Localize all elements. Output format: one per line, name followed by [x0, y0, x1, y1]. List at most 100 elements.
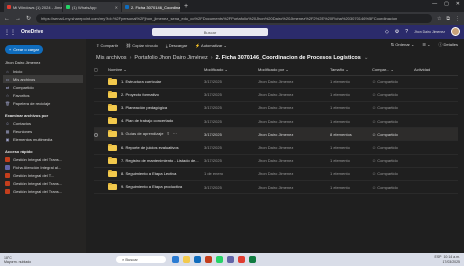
- breadcrumb-level1[interactable]: Portafolio Jhon Dairo Jiménez: [134, 55, 207, 61]
- radio-icon[interactable]: [94, 132, 98, 137]
- row-select-cell[interactable]: [94, 75, 108, 89]
- reload-icon[interactable]: ↻: [26, 15, 31, 22]
- col-activity-header[interactable]: Actividad: [414, 65, 458, 76]
- browser-tab[interactable]: (1) WhatsApp ✕: [63, 2, 121, 12]
- maximize-icon[interactable]: ▢: [444, 1, 449, 7]
- col-name-header[interactable]: Nombre ⌄: [108, 65, 204, 76]
- extensions-icon[interactable]: ⧉: [446, 16, 450, 22]
- row-select-cell[interactable]: [94, 180, 108, 195]
- file-name[interactable]: 5. Guías de aprendizaje: [121, 131, 163, 136]
- row-select-cell[interactable]: [94, 140, 108, 155]
- file-name-cell[interactable]: 3. Planeación pedagógica: [108, 101, 204, 116]
- taskbar-app-icon[interactable]: [172, 256, 179, 263]
- col-sharing-header[interactable]: Compar... ⌄: [372, 65, 414, 76]
- close-icon[interactable]: ✕: [456, 1, 460, 7]
- more-options-icon[interactable]: ⋯: [173, 131, 177, 136]
- file-name[interactable]: 2. Proyecto formativo: [121, 92, 159, 97]
- share-button[interactable]: ⇪ Compartir: [96, 43, 118, 48]
- settings-icon[interactable]: ⚙: [395, 29, 399, 35]
- row-select-cell[interactable]: [94, 114, 108, 129]
- chevron-down-icon[interactable]: ⌄: [364, 55, 369, 61]
- sidebar-item-star[interactable]: ☆ Favoritos: [3, 91, 83, 99]
- sidebar-item-folder[interactable]: ▭ Mis archivos: [3, 75, 83, 83]
- taskbar-app-icon[interactable]: [194, 256, 201, 263]
- close-tab-icon[interactable]: ✕: [115, 5, 118, 10]
- star-icon[interactable]: ☆: [437, 16, 441, 22]
- browser-tab[interactable]: 2. Ficha 3070146_Coordinacion✕: [122, 2, 180, 12]
- quick-access-item[interactable]: Ficha Atención Integral al...: [3, 163, 83, 171]
- download-button[interactable]: ⤓ Descargar: [166, 43, 187, 48]
- sidebar-item-share[interactable]: ⇄ Compartido: [3, 83, 83, 91]
- file-name-cell[interactable]: 1. Estructura curricular: [108, 75, 204, 89]
- search-input[interactable]: Buscar: [152, 28, 268, 36]
- menu-icon[interactable]: ⋮: [455, 16, 460, 22]
- table-row[interactable]: 3. Planeación pedagógica 3/17/2025 Jhon Da…: [94, 101, 458, 116]
- app-name[interactable]: OneDrive: [21, 29, 43, 35]
- file-name[interactable]: 6. Reporte de juicios evaluativos: [121, 145, 179, 150]
- row-select-cell[interactable]: [94, 154, 108, 168]
- app-launcher-icon[interactable]: ⋮⋮: [4, 29, 16, 36]
- taskbar-app-icon[interactable]: [205, 256, 212, 263]
- automate-button[interactable]: ⚡ Automatizar ⌄: [195, 43, 227, 48]
- browse-item[interactable]: ☺ Contactos: [3, 119, 83, 127]
- file-name[interactable]: 4. Plan de trabajo concertado: [121, 118, 173, 123]
- taskbar-app-icon[interactable]: [249, 256, 256, 263]
- taskbar-search[interactable]: ⌕ Buscar: [116, 256, 166, 263]
- avatar[interactable]: [451, 27, 460, 36]
- browse-item[interactable]: ▣ Elementos multimedia: [3, 135, 83, 143]
- quick-access-item[interactable]: Gestión Integral del Trans...: [3, 155, 83, 163]
- taskbar-app-icon[interactable]: [238, 256, 245, 263]
- new-tab-icon[interactable]: +: [184, 2, 188, 12]
- file-name[interactable]: 1. Estructura curricular: [121, 79, 161, 84]
- table-row[interactable]: 7. Registro de mantenimiento - Listado d…: [94, 154, 458, 168]
- file-name-cell[interactable]: 9. Seguimiento a Etapa productiva: [108, 180, 204, 195]
- sidebar-item-home[interactable]: ⌂ Inicio: [3, 67, 83, 75]
- system-tray[interactable]: ESP 10:14 a.m. 17/03/2025: [434, 255, 460, 264]
- file-name-cell[interactable]: 5. Guías de aprendizaje ⇪ ⋯: [108, 127, 204, 142]
- browse-item[interactable]: ▦ Reuniones: [3, 127, 83, 135]
- file-name-cell[interactable]: 6. Reporte de juicios evaluativos: [108, 140, 204, 155]
- browser-tab[interactable]: Mi Windows (1) 2024 - Jimenez✕: [4, 2, 62, 12]
- table-row[interactable]: 9. Seguimiento a Etapa productiva 3/17/20…: [94, 180, 458, 195]
- table-row[interactable]: 6. Reporte de juicios evaluativos 3/17/20…: [94, 140, 458, 155]
- taskbar-app-icon[interactable]: [216, 256, 223, 263]
- share-icon[interactable]: ⇪: [166, 131, 169, 136]
- quick-access-item[interactable]: Gestión Integral del T...: [3, 171, 83, 179]
- file-name[interactable]: 7. Registro de mantenimiento - Listado d…: [121, 158, 199, 163]
- col-modified-header[interactable]: Modificado ⌄: [204, 65, 258, 76]
- file-name-cell[interactable]: 7. Registro de mantenimiento - Listado d…: [108, 154, 204, 168]
- weather-widget[interactable]: 18°C Mayorm. nublado: [0, 256, 40, 264]
- taskbar-app-icon[interactable]: [227, 256, 234, 263]
- file-name[interactable]: 9. Seguimiento a Etapa productiva: [121, 184, 182, 189]
- file-name-cell[interactable]: 4. Plan de trabajo concertado: [108, 114, 204, 129]
- minimize-icon[interactable]: —: [432, 1, 437, 7]
- table-row[interactable]: 5. Guías de aprendizaje ⇪ ⋯ 3/17/2025 Jhon D…: [94, 127, 458, 142]
- back-icon[interactable]: ←: [4, 16, 10, 22]
- details-button[interactable]: ⓘ Detalles: [438, 42, 458, 48]
- copy-link-button[interactable]: ⛓ Copiar vínculo: [126, 43, 158, 48]
- table-row[interactable]: 8. Seguimiento a Etapa Lectiva 1 de enero…: [94, 167, 458, 182]
- create-upload-button[interactable]: + Crear o cargar: [5, 45, 43, 54]
- premium-icon[interactable]: ◇: [385, 29, 389, 35]
- file-name-cell[interactable]: 8. Seguimiento a Etapa Lectiva: [108, 167, 204, 182]
- forward-icon[interactable]: →: [15, 16, 21, 22]
- file-name-cell[interactable]: 2. Proyecto formativo: [108, 88, 204, 102]
- table-row[interactable]: 4. Plan de trabajo concertado 3/17/2025 Jh…: [94, 114, 458, 129]
- row-select-cell[interactable]: [94, 88, 108, 102]
- row-select-cell[interactable]: [94, 101, 108, 116]
- quick-access-item[interactable]: Gestión Integral del Trans...: [3, 179, 83, 187]
- url-field[interactable]: https://sena4-my.sharepoint.com/my?id=%2…: [36, 14, 432, 23]
- row-select-cell[interactable]: [94, 167, 108, 182]
- row-select-cell[interactable]: [94, 127, 108, 142]
- sort-button[interactable]: ⇅ Ordenar ⌄: [391, 42, 415, 48]
- file-name[interactable]: 3. Planeación pedagógica: [121, 105, 167, 110]
- file-name[interactable]: 8. Seguimiento a Etapa Lectiva: [121, 171, 176, 176]
- view-options-button[interactable]: ☰ ⌄: [422, 42, 430, 48]
- col-modified-by-header[interactable]: Modificado por ⌄: [258, 65, 330, 76]
- taskbar-app-icon[interactable]: [183, 256, 190, 263]
- breadcrumb-root[interactable]: Mis archivos: [96, 55, 127, 61]
- table-row[interactable]: 2. Proyecto formativo 3/17/2025 Jhon Dairo…: [94, 88, 458, 102]
- quick-access-item[interactable]: Gestión Integral del Trans...: [3, 187, 83, 195]
- col-size-header[interactable]: Tamaño ⌄: [330, 65, 372, 76]
- sidebar-item-trash[interactable]: 🗑 Papelera de reciclaje: [3, 99, 83, 107]
